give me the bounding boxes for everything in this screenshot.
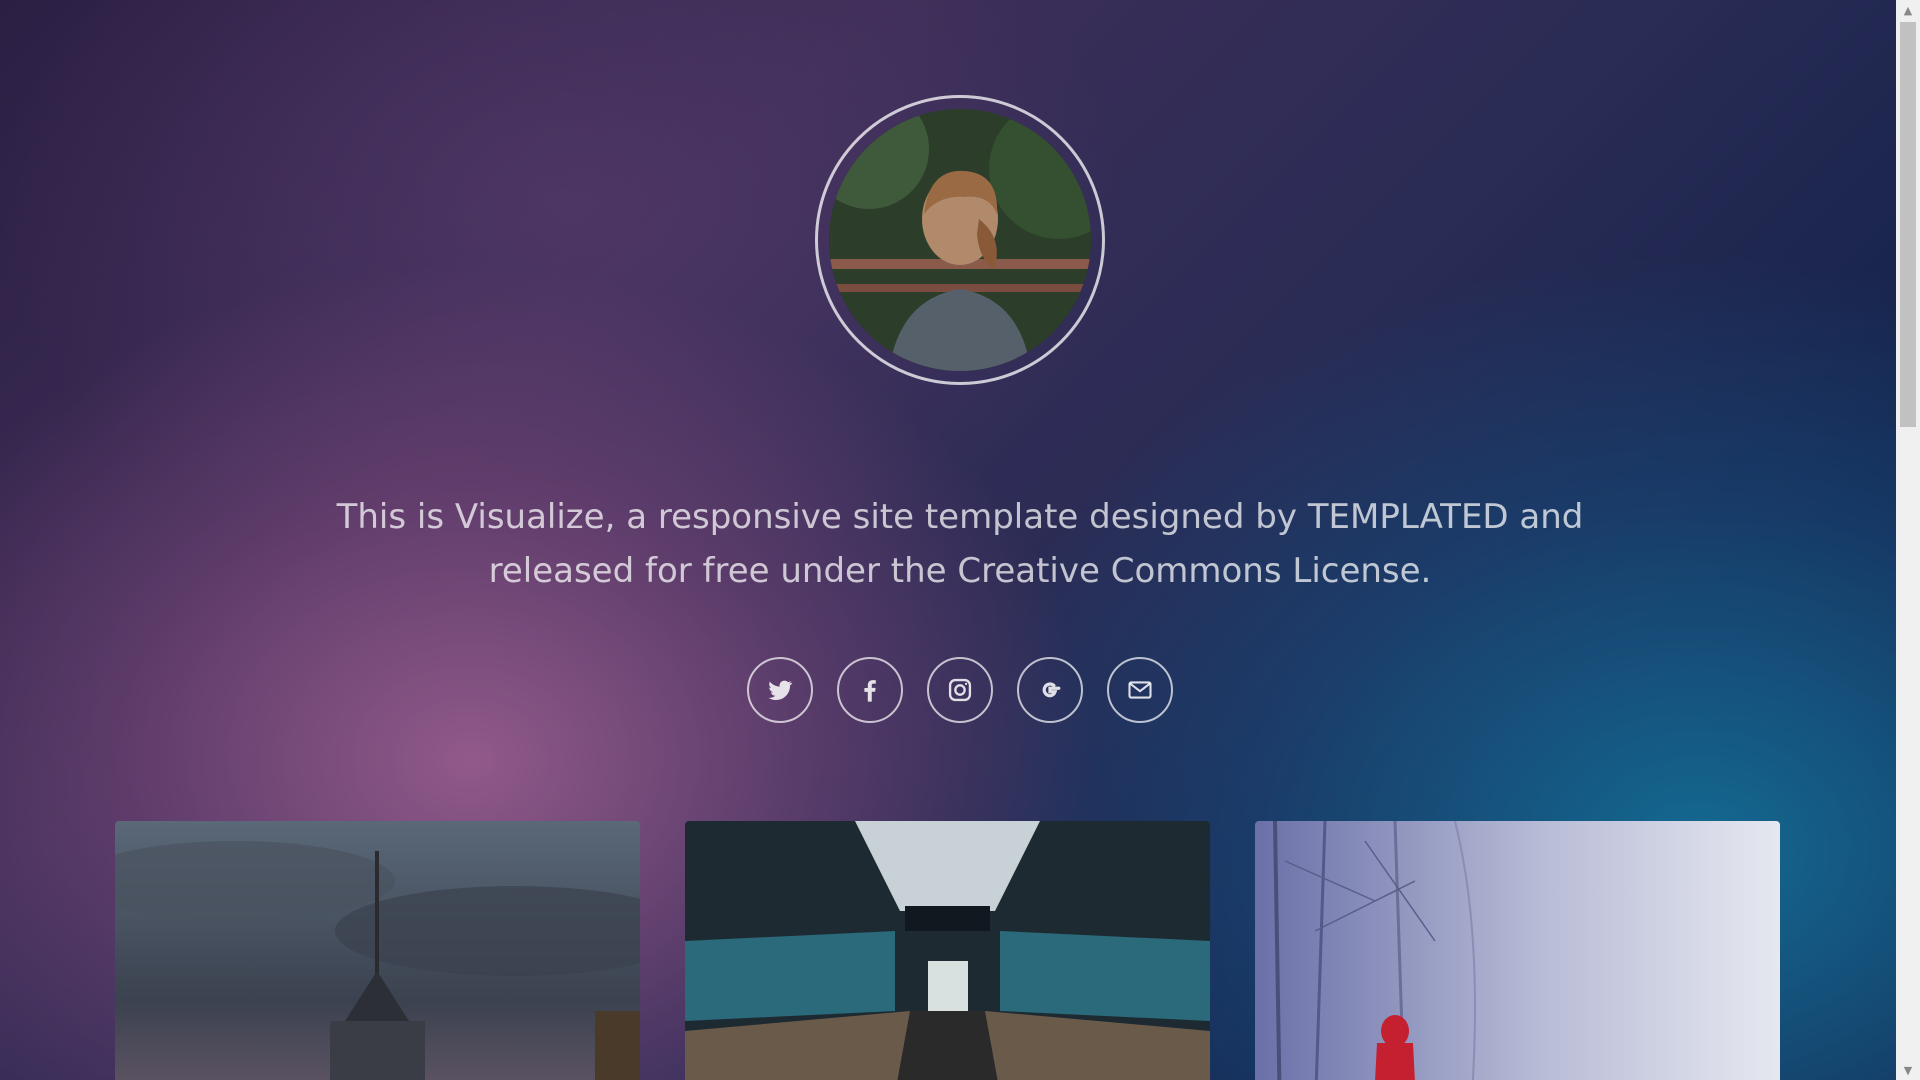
social-links: [0, 657, 1896, 723]
intro-text: This is Visualize, a responsive site tem…: [336, 497, 1584, 591]
page-background: This is Visualize, a responsive site tem…: [0, 0, 1896, 1080]
scroll-up-arrow[interactable]: ▲: [1896, 0, 1920, 20]
gallery-item-escalator[interactable]: [685, 821, 1210, 1080]
snow-photo: [1255, 821, 1780, 1080]
twitter-button[interactable]: [747, 657, 813, 723]
scroll-thumb[interactable]: [1900, 22, 1916, 427]
twitter-icon: [768, 680, 793, 701]
gallery-item-skyline[interactable]: [115, 821, 640, 1080]
gallery-item-snow[interactable]: [1255, 821, 1780, 1080]
avatar-ring: [815, 95, 1105, 385]
gallery: [115, 821, 1781, 1080]
email-icon: [1128, 681, 1152, 699]
instagram-icon: [948, 678, 972, 702]
google-button[interactable]: [1017, 657, 1083, 723]
avatar-photo: [829, 109, 1091, 371]
scrollbar[interactable]: ▲ ▼: [1896, 0, 1920, 1080]
facebook-button[interactable]: [837, 657, 903, 723]
scroll-down-arrow[interactable]: ▼: [1896, 1060, 1920, 1080]
instagram-button[interactable]: [927, 657, 993, 723]
facebook-icon: [864, 680, 876, 702]
avatar: [829, 109, 1091, 371]
skyline-photo: [115, 821, 640, 1080]
email-button[interactable]: [1107, 657, 1173, 723]
escalator-photo: [685, 821, 1210, 1080]
google-icon: [1042, 682, 1061, 698]
